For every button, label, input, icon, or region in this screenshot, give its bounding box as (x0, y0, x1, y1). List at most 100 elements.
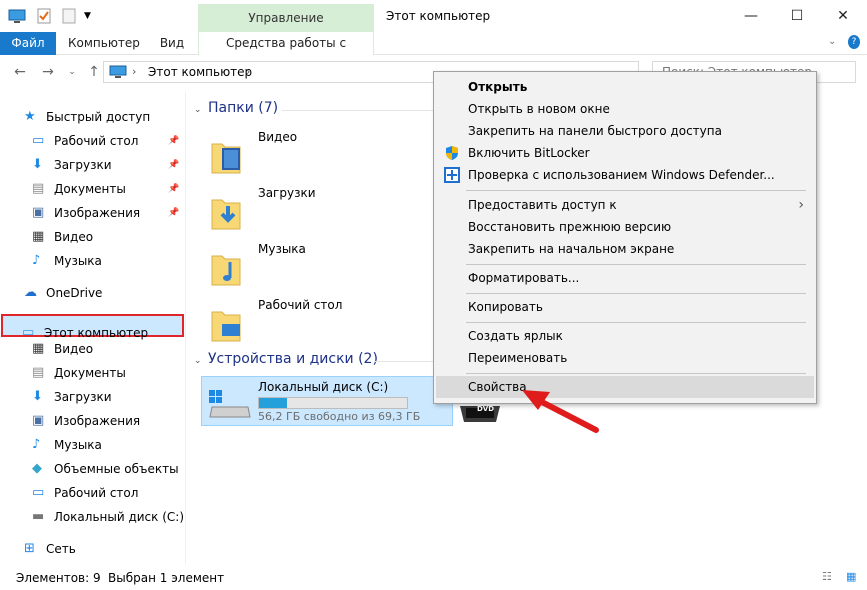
back-icon[interactable]: ← (10, 63, 30, 81)
folder-label: Видео (258, 130, 298, 144)
sidebar-item[interactable]: ▤ Документы (0, 362, 184, 384)
tab-manage[interactable]: Управление (198, 4, 374, 32)
pin-icon[interactable]: 📌 (168, 136, 179, 146)
desktop-folder-icon (211, 311, 241, 342)
desktop-icon: ▭ (32, 485, 45, 500)
breadcrumb[interactable]: Этот компьютер (148, 65, 252, 79)
tab-computer[interactable]: Компьютер (68, 32, 140, 55)
ribbon-expand-icon[interactable]: ⌄ (828, 36, 836, 47)
folder-downloads[interactable]: Загрузки (190, 184, 430, 236)
documents-icon: ▤ (32, 365, 45, 380)
drive-c[interactable]: Локальный диск (C:) 56,2 ГБ свободно из … (201, 376, 453, 426)
collapse-group-icon[interactable]: ⌄ (194, 105, 202, 115)
menu-item-open-new-window[interactable]: Открыть в новом окне (436, 98, 814, 120)
properties-icon[interactable] (36, 8, 52, 24)
menu-separator (466, 322, 806, 323)
network-icon: ⊞ (24, 541, 35, 556)
music-icon: ♪ (32, 253, 41, 268)
downloads-folder-icon (211, 199, 241, 230)
drive-usage-bar (258, 397, 408, 409)
music-icon: ♪ (32, 437, 41, 452)
menu-item-pin-quick-access[interactable]: Закрепить на панели быстрого доступа (436, 120, 814, 142)
tab-disk-tools[interactable]: Средства работы с дисками (198, 32, 374, 72)
pictures-icon: ▣ (32, 205, 45, 220)
folder-video[interactable]: Видео (190, 128, 430, 180)
computer-icon (109, 65, 127, 78)
folder-label: Загрузки (258, 186, 316, 200)
video-folder-icon (211, 143, 241, 174)
sidebar-item[interactable]: ▣ Изображения 📌 (0, 202, 184, 224)
drive-usage-fill (259, 398, 288, 408)
pin-icon[interactable]: 📌 (168, 208, 179, 218)
sidebar-item-label: Видео (54, 342, 94, 356)
sidebar-item[interactable]: ▦ Видео (0, 338, 184, 360)
menu-item-label: Включить BitLocker (468, 146, 590, 160)
sidebar-item[interactable]: ☁ OneDrive (0, 282, 184, 304)
breadcrumb-chevron-icon[interactable]: › (132, 65, 136, 78)
menu-item-open[interactable]: Открыть (436, 76, 814, 98)
sidebar-item[interactable]: ▬ Локальный диск (C:) (0, 506, 184, 528)
sidebar-item[interactable]: ◆ Объемные объекты (0, 458, 184, 480)
sidebar-item-label: Загрузки (54, 390, 112, 404)
sidebar-item[interactable]: ▭ Рабочий стол (0, 482, 184, 504)
menu-item-share-with[interactable]: Предоставить доступ к › (436, 194, 814, 216)
sidebar-item[interactable]: ⊞ Сеть (0, 538, 184, 560)
sidebar-item[interactable]: ▣ Изображения (0, 410, 184, 432)
folder-desktop[interactable]: Рабочий стол (190, 296, 430, 348)
sidebar-item[interactable]: ⬇ Загрузки (0, 386, 184, 408)
sidebar-item[interactable]: ♪ Музыка (0, 250, 184, 272)
menu-item-copy[interactable]: Копировать (436, 296, 814, 318)
customize-toolbar-icon[interactable]: ▼ (84, 11, 91, 21)
drive-name: Локальный диск (C:) (258, 380, 389, 394)
sidebar-item-label: Рабочий стол (54, 486, 139, 500)
folder-music[interactable]: Музыка (190, 240, 430, 292)
music-folder-icon (211, 255, 241, 286)
help-icon[interactable]: ? (848, 35, 860, 49)
computer-icon[interactable] (8, 8, 26, 24)
downloads-icon: ⬇ (32, 389, 43, 404)
menu-item-defender-scan[interactable]: Проверка с использованием Windows Defend… (436, 164, 814, 186)
pin-icon[interactable]: 📌 (168, 160, 179, 170)
recent-locations-icon[interactable]: ⌄ (62, 63, 82, 81)
close-button[interactable]: ✕ (820, 0, 866, 32)
details-view-icon[interactable]: ☷ (822, 570, 832, 583)
sidebar-item[interactable]: ⬇ Загрузки 📌 (0, 154, 184, 176)
menu-item-properties[interactable]: Свойства (436, 376, 814, 398)
menu-item-create-shortcut[interactable]: Создать ярлык (436, 325, 814, 347)
windows-drive-icon (209, 390, 251, 418)
tab-file[interactable]: Файл (0, 32, 56, 55)
submenu-arrow-icon: › (798, 197, 804, 213)
desktop-icon: ▭ (32, 133, 45, 148)
menu-separator (466, 190, 806, 191)
sidebar-item-label: Быстрый доступ (46, 110, 151, 124)
large-icons-view-icon[interactable]: ▦ (846, 570, 856, 583)
menu-item-restore-previous[interactable]: Восстановить прежнюю версию (436, 216, 814, 238)
new-folder-icon[interactable] (62, 8, 76, 24)
menu-item-label: Предоставить доступ к (468, 198, 617, 212)
menu-separator (466, 373, 806, 374)
sidebar-item[interactable]: ▭ Рабочий стол 📌 (0, 130, 184, 152)
sidebar-item-label: Объемные объекты (54, 462, 179, 476)
menu-item-pin-start[interactable]: Закрепить на начальном экране (436, 238, 814, 260)
sidebar-item[interactable]: ▤ Документы 📌 (0, 178, 184, 200)
sidebar-item-label: Локальный диск (C:) (53, 510, 184, 524)
maximize-button[interactable]: ☐ (774, 0, 820, 32)
sidebar-item[interactable]: ♪ Музыка (0, 434, 184, 456)
defender-icon (444, 167, 460, 183)
minimize-button[interactable]: — (728, 0, 774, 32)
menu-item-rename[interactable]: Переименовать (436, 347, 814, 369)
menu-item-format[interactable]: Форматировать... (436, 267, 814, 289)
folders-group-header[interactable]: Папки (7) (208, 100, 278, 116)
navigation-pane: ★ Быстрый доступ ▭ Рабочий стол 📌 ⬇ Загрузки 📌 ▤… (0, 92, 186, 564)
menu-item-bitlocker[interactable]: Включить BitLocker (436, 142, 814, 164)
forward-icon[interactable]: → (38, 63, 58, 81)
breadcrumb-chevron-icon[interactable]: › (246, 65, 250, 78)
sidebar-item[interactable]: ▦ Видео (0, 226, 184, 248)
divider (374, 361, 434, 362)
collapse-group-icon[interactable]: ⌄ (194, 356, 202, 366)
sidebar-item[interactable]: ★ Быстрый доступ (0, 106, 184, 128)
devices-group-header[interactable]: Устройства и диски (2) (208, 351, 378, 367)
tab-view[interactable]: Вид (152, 32, 192, 55)
up-icon[interactable]: ↑ (84, 63, 104, 81)
pin-icon[interactable]: 📌 (168, 184, 179, 194)
